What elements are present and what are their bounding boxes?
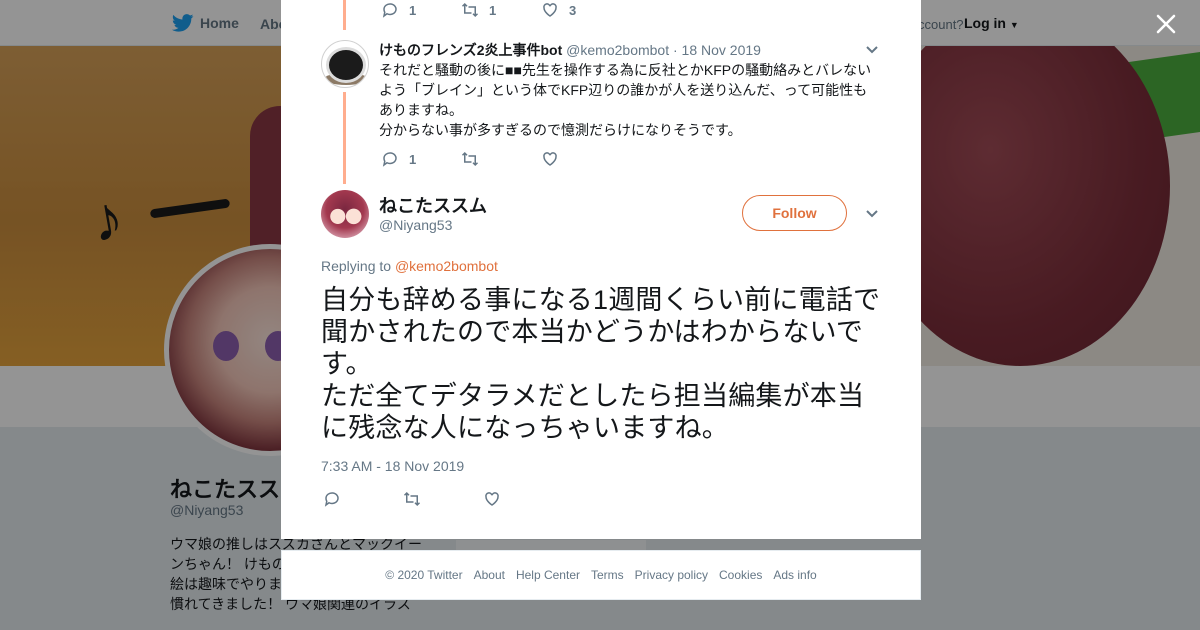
retweet-icon (461, 151, 479, 167)
reply-tweet-actions: 1 (381, 150, 621, 168)
reply-date[interactable]: · 18 Nov 2019 (673, 42, 761, 58)
footer-link-ads-info[interactable]: Ads info (773, 568, 816, 582)
like-count: 3 (569, 2, 577, 18)
replying-to: Replying to @kemo2bombot (321, 258, 498, 274)
close-button[interactable] (1152, 10, 1180, 38)
retweet-count: 1 (489, 2, 497, 18)
heart-icon (485, 492, 499, 506)
reply-author-handle[interactable]: @kemo2bombot (566, 42, 669, 58)
footer-link-cookies[interactable]: Cookies (719, 568, 762, 582)
reply-author-name[interactable]: けものフレンズ2炎上事件bot (379, 42, 562, 58)
footer-link-terms[interactable]: Terms (591, 568, 624, 582)
reply-menu-button[interactable] (865, 42, 879, 60)
heart-icon (543, 3, 557, 17)
main-tweet-menu-button[interactable] (865, 206, 879, 224)
reply-text: それだと騒動の後に■■先生を操作する為に反社とかKFPの騒動絡みとバレないよう「… (379, 62, 872, 138)
parent-tweet-actions: 1 1 3 (381, 1, 621, 19)
reply-count: 1 (409, 151, 417, 167)
modal-footer: © 2020 Twitter About Help Center Terms P… (281, 550, 921, 600)
retweet-icon (403, 491, 421, 507)
like-action[interactable]: 3 (541, 1, 621, 19)
reply-avatar[interactable] (321, 40, 369, 88)
retweet-icon (461, 2, 479, 18)
main-tweet-actions (323, 490, 563, 508)
thread-line-top (343, 0, 346, 30)
reply-icon (382, 3, 397, 18)
replying-label: Replying to (321, 258, 392, 274)
reply-header: けものフレンズ2炎上事件bot @kemo2bombot · 18 Nov 20… (379, 40, 761, 60)
footer-copyright: © 2020 Twitter (385, 568, 463, 582)
main-author-handle[interactable]: @Niyang53 (379, 217, 452, 233)
follow-button[interactable]: Follow (742, 195, 847, 231)
reply-action[interactable]: 1 (381, 1, 461, 19)
chevron-down-icon (866, 210, 878, 218)
reply-count: 1 (409, 2, 417, 18)
main-author-name[interactable]: ねこたススム (379, 192, 487, 218)
footer-link-privacy[interactable]: Privacy policy (635, 568, 708, 582)
retweet-action[interactable] (403, 490, 483, 508)
chevron-down-icon (866, 46, 878, 54)
avatar-coffee-cup (326, 47, 366, 83)
reply-icon (324, 492, 339, 507)
heart-icon (543, 152, 557, 166)
like-action[interactable] (541, 150, 621, 168)
replying-to-handle[interactable]: @kemo2bombot (395, 258, 498, 274)
main-author-avatar[interactable] (321, 190, 369, 238)
retweet-action[interactable]: 1 (461, 1, 541, 19)
main-tweet-timestamp[interactable]: 7:33 AM - 18 Nov 2019 (321, 458, 464, 474)
reply-icon (382, 152, 397, 167)
close-icon (1156, 14, 1176, 34)
footer-link-help-center[interactable]: Help Center (516, 568, 580, 582)
reply-action[interactable] (323, 490, 403, 508)
retweet-action[interactable] (461, 150, 541, 168)
reply-action[interactable]: 1 (381, 150, 461, 168)
footer-link-about[interactable]: About (474, 568, 505, 582)
like-action[interactable] (483, 490, 563, 508)
main-tweet-text: 自分も辞める事になる1週間くらい前に電話で聞かされたので本当かどうかはわからない… (321, 285, 881, 443)
tweet-modal: 1 1 3 けものフレンズ2炎上事件bot @kemo2bombot · 18 … (281, 0, 921, 539)
thread-line-middle (343, 92, 346, 184)
